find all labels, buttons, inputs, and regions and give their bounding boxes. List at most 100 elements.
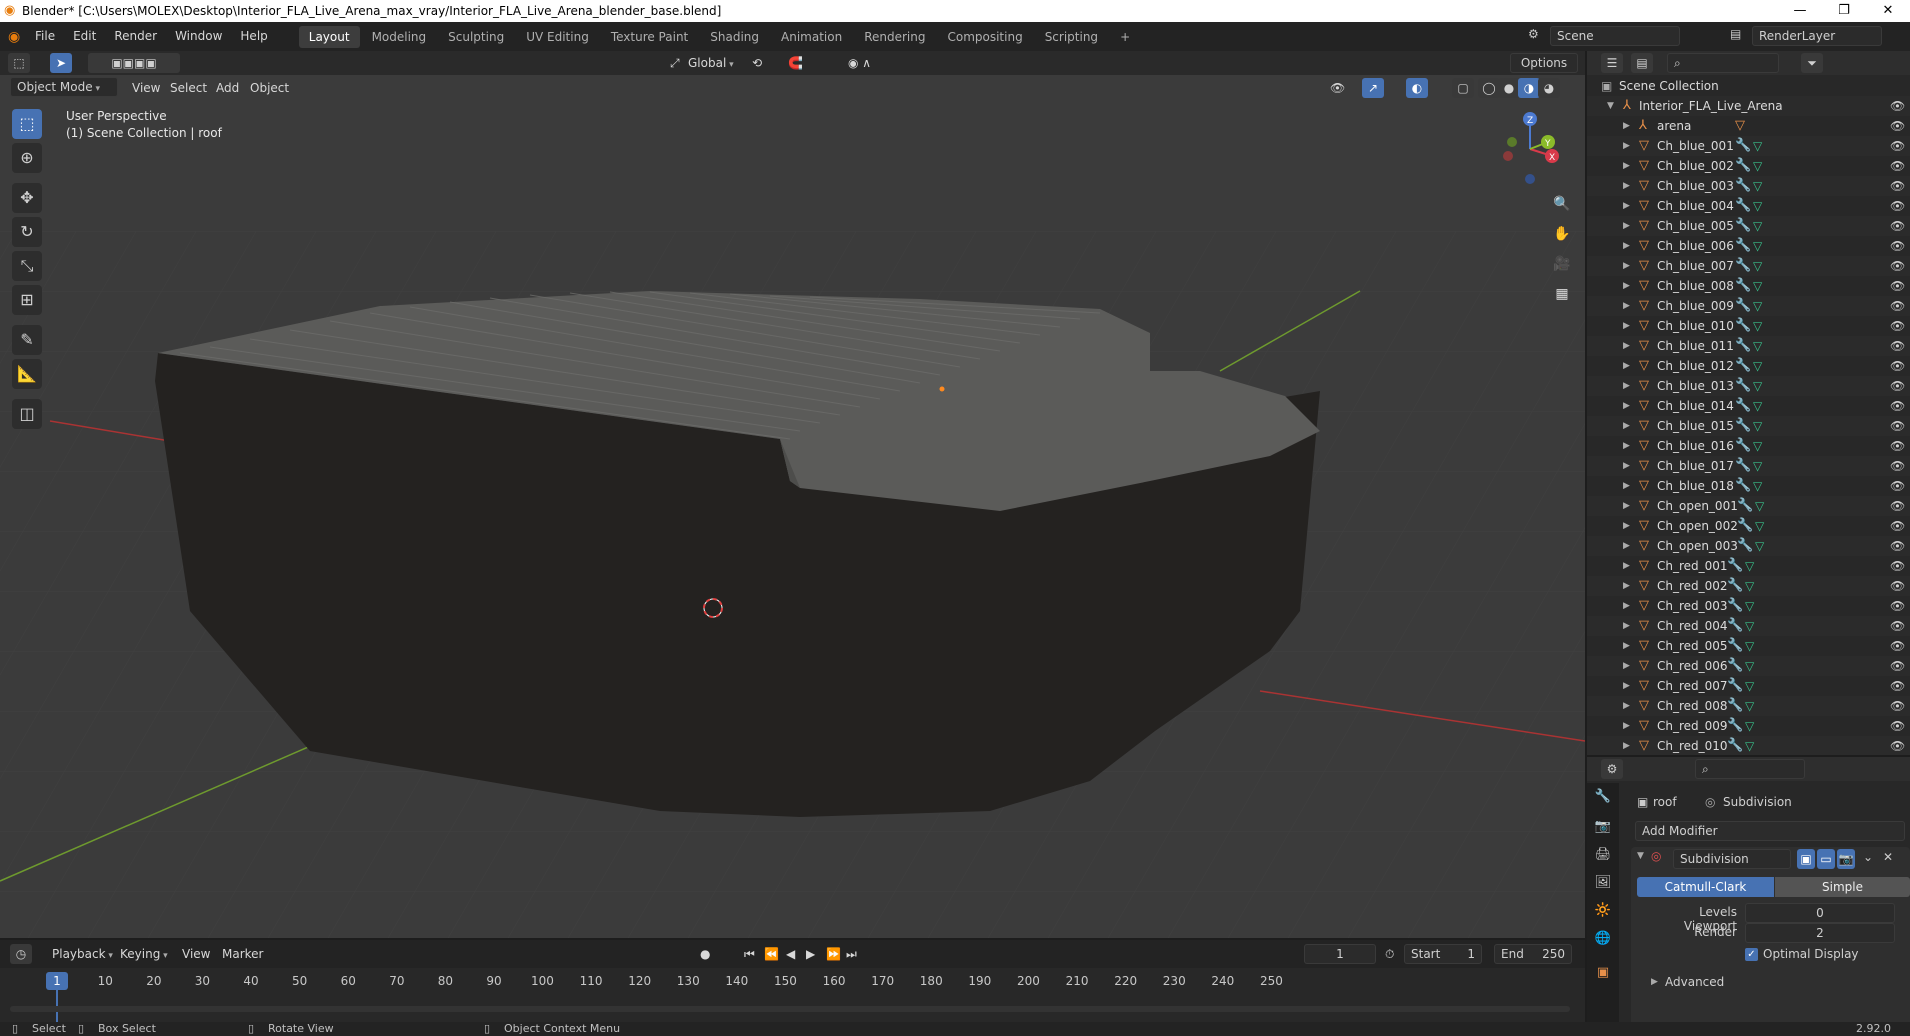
navigation-gizmo[interactable]: Z X Y xyxy=(1490,109,1570,189)
menu-render[interactable]: Render xyxy=(105,22,166,51)
outliner-item-row[interactable]: ▶ ▽ Ch_red_006 🔧 ▽ 👁 xyxy=(1587,656,1910,676)
mesh-data-icon[interactable]: ▽ xyxy=(1745,696,1754,716)
outliner-editor-icon[interactable]: ☰ xyxy=(1601,53,1623,73)
select-tool-icon[interactable]: ➤ xyxy=(50,53,72,73)
eye-icon[interactable]: 👁 xyxy=(1890,336,1905,356)
outliner-item-row[interactable]: ▶ ▽ Ch_blue_005 🔧 ▽ 👁 xyxy=(1587,216,1910,236)
expand-arrow-icon[interactable]: ▶ xyxy=(1623,276,1630,296)
eye-icon[interactable]: 👁 xyxy=(1890,236,1905,256)
expand-arrow-icon[interactable]: ▶ xyxy=(1623,316,1630,336)
expand-arrow-icon[interactable]: ▶ xyxy=(1623,516,1630,536)
wrench-icon[interactable]: 🔧 xyxy=(1727,636,1743,656)
selection-mode-icons[interactable]: ▣▣▣▣ xyxy=(88,53,180,73)
eye-icon[interactable]: 👁 xyxy=(1890,396,1905,416)
timeline-ruler[interactable]: 1 10 20 30 40 50 60 70 80 90 100 110 120 130 140 150 16… xyxy=(0,968,1585,1022)
tab-scripting[interactable]: Scripting xyxy=(1035,26,1108,48)
next-keyframe-icon[interactable]: ⏩ xyxy=(826,943,841,965)
gizmo-toggle-icon[interactable]: ↗ xyxy=(1362,78,1384,98)
outliner-item-row[interactable]: ▶ ▽ Ch_blue_016 🔧 ▽ 👁 xyxy=(1587,436,1910,456)
mesh-data-icon[interactable]: ▽ xyxy=(1753,256,1762,276)
wrench-icon[interactable]: 🔧 xyxy=(1735,396,1751,416)
wrench-icon[interactable]: 🔧 xyxy=(1727,736,1743,755)
outliner-item-row[interactable]: ▶ ▽ Ch_blue_004 🔧 ▽ 👁 xyxy=(1587,196,1910,216)
simple-button[interactable]: Simple xyxy=(1775,877,1910,897)
expand-arrow-icon[interactable]: ▶ xyxy=(1623,236,1630,256)
properties-search-input[interactable]: ⌕ xyxy=(1695,759,1805,779)
wrench-icon[interactable]: 🔧 xyxy=(1727,676,1743,696)
render-layer-field[interactable]: RenderLayer xyxy=(1752,26,1882,46)
tab-sculpting[interactable]: Sculpting xyxy=(438,26,514,48)
eye-icon[interactable]: 👁 xyxy=(1890,496,1905,516)
expand-arrow-icon[interactable]: ▶ xyxy=(1623,496,1630,516)
expand-arrow-icon[interactable]: ▶ xyxy=(1623,116,1630,136)
add-workspace-icon[interactable]: + xyxy=(1110,26,1140,48)
expand-arrow-icon[interactable]: ▶ xyxy=(1623,736,1630,755)
expand-arrow-icon[interactable]: ▶ xyxy=(1623,376,1630,396)
outliner-item-row[interactable]: ▶ ▽ Ch_red_010 🔧 ▽ 👁 xyxy=(1587,736,1910,755)
tab-animation[interactable]: Animation xyxy=(771,26,852,48)
menu-view[interactable]: View xyxy=(132,77,160,99)
outliner-item-row[interactable]: ▶ ▽ Ch_blue_017 🔧 ▽ 👁 xyxy=(1587,456,1910,476)
timeline-editor-icon[interactable]: ◷ xyxy=(10,944,32,964)
wireframe-shading-icon[interactable]: ◯ xyxy=(1478,78,1500,98)
outliner-item-row[interactable]: ▶ ▽ Ch_blue_002 🔧 ▽ 👁 xyxy=(1587,156,1910,176)
wrench-icon[interactable]: 🔧 xyxy=(1735,316,1751,336)
wrench-icon[interactable]: 🔧 xyxy=(1735,336,1751,356)
wrench-icon[interactable]: 🔧 xyxy=(1735,296,1751,316)
expand-arrow-icon[interactable]: ▶ xyxy=(1623,716,1630,736)
wrench-icon[interactable]: 🔧 xyxy=(1735,196,1751,216)
advanced-section-label[interactable]: Advanced xyxy=(1665,975,1724,989)
camera-view-icon[interactable]: 🎥 xyxy=(1549,251,1575,277)
eye-icon[interactable]: 👁 xyxy=(1890,316,1905,336)
expand-arrow-icon[interactable]: ▶ xyxy=(1623,436,1630,456)
scene-field[interactable]: Scene xyxy=(1550,26,1680,46)
tab-texture-paint[interactable]: Texture Paint xyxy=(601,26,698,48)
wrench-icon[interactable]: 🔧 xyxy=(1735,376,1751,396)
render-toggle-icon[interactable]: 📷 xyxy=(1837,849,1855,869)
expand-arrow-icon[interactable]: ▼ xyxy=(1607,96,1614,116)
playback-menu[interactable]: Playback xyxy=(52,943,113,965)
outliner-item-row[interactable]: ▶ ▽ Ch_blue_015 🔧 ▽ 👁 xyxy=(1587,416,1910,436)
timeline-scrollbar[interactable] xyxy=(10,1006,1570,1012)
mesh-data-icon[interactable]: ▽ xyxy=(1753,276,1762,296)
ortho-grid-icon[interactable]: ▦ xyxy=(1549,281,1575,307)
wrench-icon[interactable]: 🔧 xyxy=(1727,596,1743,616)
expand-arrow-icon[interactable]: ▶ xyxy=(1623,296,1630,316)
mesh-data-icon[interactable]: ▽ xyxy=(1753,316,1762,336)
eye-icon[interactable]: 👁 xyxy=(1890,656,1905,676)
outliner-item-row[interactable]: ▶ ▽ Ch_open_002 🔧 ▽ 👁 xyxy=(1587,516,1910,536)
timeline-view-menu[interactable]: View xyxy=(182,943,210,965)
wrench-icon[interactable]: 🔧 xyxy=(1735,416,1751,436)
outliner-item-row[interactable]: ▶ ▽ Ch_red_009 🔧 ▽ 👁 xyxy=(1587,716,1910,736)
wrench-icon[interactable]: 🔧 xyxy=(1727,656,1743,676)
xray-icon[interactable]: ▢ xyxy=(1452,78,1474,98)
eye-icon[interactable]: 👁 xyxy=(1890,636,1905,656)
3d-viewport[interactable]: ⬚ ➤ ▣▣▣▣ ⤢ Global ⟲ 🧲 ◉ ∧ Options Object… xyxy=(0,51,1585,938)
view-layer-tab-icon[interactable]: 🖼 xyxy=(1593,873,1613,893)
expand-arrow-icon[interactable]: ▶ xyxy=(1623,616,1630,636)
wrench-icon[interactable]: 🔧 xyxy=(1727,716,1743,736)
rotate-tool-icon[interactable]: ↻ xyxy=(12,217,42,247)
eye-icon[interactable]: 👁 xyxy=(1890,516,1905,536)
advanced-arrow-icon[interactable]: ▶ xyxy=(1651,977,1658,987)
eye-icon[interactable]: 👁 xyxy=(1890,556,1905,576)
eye-icon[interactable]: 👁 xyxy=(1890,576,1905,596)
transform-orientation-icon[interactable]: ⤢ xyxy=(670,52,680,74)
pan-hand-icon[interactable]: ✋ xyxy=(1549,221,1575,247)
eye-icon[interactable]: 👁 xyxy=(1890,696,1905,716)
close-icon[interactable]: ✕ xyxy=(1866,0,1910,22)
mesh-data-icon[interactable]: ▽ xyxy=(1753,156,1762,176)
cursor-tool-icon[interactable]: ⊕ xyxy=(12,143,42,173)
outliner-item-row[interactable]: ▶ ▽ Ch_blue_010 🔧 ▽ 👁 xyxy=(1587,316,1910,336)
world-tab-icon[interactable]: 🌐 xyxy=(1593,929,1613,949)
expand-arrow-icon[interactable]: ▶ xyxy=(1623,636,1630,656)
eye-icon[interactable]: 👁 xyxy=(1890,156,1905,176)
eye-icon[interactable]: 👁 xyxy=(1890,116,1905,136)
options-dropdown[interactable]: Options xyxy=(1510,53,1578,73)
outliner-item-row[interactable]: ▶ ▽ Ch_blue_013 🔧 ▽ 👁 xyxy=(1587,376,1910,396)
wrench-icon[interactable]: 🔧 xyxy=(1735,356,1751,376)
outliner-item-row[interactable]: ▶ ▽ Ch_blue_014 🔧 ▽ 👁 xyxy=(1587,396,1910,416)
outliner-collection-row[interactable]: ▼ ⅄ Interior_FLA_Live_Arena 👁 xyxy=(1587,96,1910,116)
eye-icon[interactable]: 👁 xyxy=(1890,736,1905,755)
expand-arrow-icon[interactable]: ▶ xyxy=(1623,356,1630,376)
